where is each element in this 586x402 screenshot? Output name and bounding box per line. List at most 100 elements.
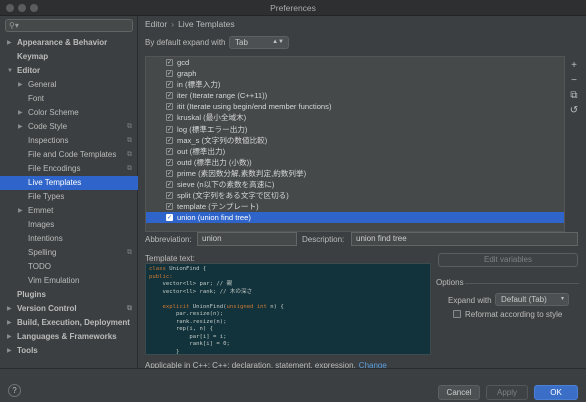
template-row[interactable]: ✓ iter (Iterate range (C++11)) xyxy=(146,90,564,101)
chevron-right-icon[interactable]: ▶ xyxy=(7,316,12,330)
abbreviation-field[interactable]: union xyxy=(197,232,297,246)
chevron-right-icon[interactable]: ▶ xyxy=(18,120,23,134)
template-row[interactable]: ✓ template (テンプレート) xyxy=(146,201,564,212)
chevron-right-icon[interactable]: ▶ xyxy=(18,204,23,218)
description-field[interactable]: union find tree xyxy=(351,232,578,246)
minus-icon[interactable]: − xyxy=(567,73,581,88)
sidebar-item-label: General xyxy=(28,80,57,89)
code-line: } xyxy=(149,348,180,355)
template-enabled-checkbox[interactable]: ✓ xyxy=(166,59,173,66)
breadcrumb-parent[interactable]: Editor xyxy=(145,19,167,29)
sidebar-item[interactable]: Font xyxy=(0,92,138,106)
sidebar-item[interactable]: Plugins xyxy=(0,288,138,302)
template-abbreviation: itit (Iterate using begin/end member fun… xyxy=(177,102,332,112)
sidebar-item[interactable]: File Types xyxy=(0,190,138,204)
default-expand-row: By default expand with xyxy=(145,38,226,47)
template-abbreviation: in (標準入力) xyxy=(177,80,221,90)
template-row[interactable]: ✓ union (union find tree) xyxy=(146,212,564,224)
apply-button[interactable]: Apply xyxy=(486,385,528,400)
chevron-right-icon[interactable]: ▶ xyxy=(7,344,12,358)
template-enabled-checkbox[interactable]: ✓ xyxy=(166,70,173,78)
sidebar-item[interactable]: ▶ Emmet xyxy=(0,204,138,218)
reformat-checkbox[interactable] xyxy=(453,310,461,318)
sidebar-item[interactable]: ▶ General xyxy=(0,78,138,92)
code-line: rank.resize(n); xyxy=(149,318,227,325)
restore-icon[interactable]: ↺ xyxy=(567,103,581,118)
ok-button[interactable]: OK xyxy=(534,385,578,400)
template-row[interactable]: ✓ max_s (文字列の数値比較) xyxy=(146,135,564,146)
sidebar-item[interactable]: ▼ Editor xyxy=(0,64,138,78)
edit-variables-button[interactable]: Edit variables xyxy=(438,253,578,267)
sidebar-item[interactable]: ▶ Color Scheme xyxy=(0,106,138,120)
sidebar-item[interactable]: Images xyxy=(0,218,138,232)
sidebar-item-label: File Encodings xyxy=(28,164,81,173)
project-scope-icon: ⧉ xyxy=(127,165,132,172)
template-row[interactable]: ✓ kruskal (最小全域木) xyxy=(146,112,564,123)
template-row[interactable]: ✓ out (標準出力) xyxy=(146,146,564,157)
sidebar-item[interactable]: Spelling ⧉ xyxy=(0,246,138,260)
sidebar-item[interactable]: TODO xyxy=(0,260,138,274)
sidebar-item[interactable]: ▶ Version Control ⧉ xyxy=(0,302,138,316)
template-row[interactable]: ✓ itit (Iterate using begin/end member fu… xyxy=(146,101,564,112)
chevron-right-icon[interactable]: ▶ xyxy=(7,36,12,50)
settings-tree: ▶ Appearance & Behavior Keymap ▼ Editor ▶ Gene… xyxy=(0,36,138,358)
template-enabled-checkbox[interactable]: ✓ xyxy=(166,125,173,133)
template-enabled-checkbox[interactable]: ✓ xyxy=(166,136,173,144)
template-row[interactable]: ✓ prime (素因数分解,素数判定,約数列挙) xyxy=(146,168,564,179)
sidebar-item[interactable]: ▶ Code Style ⧉ xyxy=(0,120,138,134)
chevron-right-icon[interactable]: ▶ xyxy=(7,302,12,316)
expand-with-select[interactable]: Default (Tab) ▾ xyxy=(495,293,569,306)
template-text-editor[interactable]: class UnionFind {public: vector<ll> par;… xyxy=(145,263,431,355)
template-enabled-checkbox[interactable]: ✓ xyxy=(166,114,173,122)
code-line: explicit UnionFind(unsigned int n) { xyxy=(162,303,284,310)
sidebar-item[interactable]: File Encodings ⧉ xyxy=(0,162,138,176)
sidebar-item[interactable]: File and Code Templates ⧉ xyxy=(0,148,138,162)
chevron-down-icon[interactable]: ▼ xyxy=(7,64,13,78)
chevron-right-icon[interactable]: ▶ xyxy=(18,78,23,92)
sidebar-item-label: Tools xyxy=(17,346,38,355)
template-row[interactable]: ✓ gcd xyxy=(146,57,564,68)
template-row[interactable]: ✓ in (標準入力) xyxy=(146,79,564,90)
project-scope-icon: ⧉ xyxy=(127,305,132,312)
chevron-right-icon[interactable]: ▶ xyxy=(18,106,23,120)
sidebar-item[interactable]: Keymap xyxy=(0,50,138,64)
template-enabled-checkbox[interactable]: ✓ xyxy=(166,203,173,211)
chevron-right-icon[interactable]: ▶ xyxy=(7,330,12,344)
template-enabled-checkbox[interactable]: ✓ xyxy=(166,92,173,100)
sidebar-item[interactable]: Inspections ⧉ xyxy=(0,134,138,148)
sidebar-item[interactable]: ▶ Build, Execution, Deployment xyxy=(0,316,138,330)
template-row[interactable]: ✓ graph xyxy=(146,68,564,79)
template-enabled-checkbox[interactable]: ✓ xyxy=(166,103,173,111)
sidebar-item[interactable]: Vim Emulation xyxy=(0,274,138,288)
sidebar-item[interactable]: Live Templates xyxy=(0,176,138,190)
template-abbreviation: gcd xyxy=(177,58,190,67)
template-enabled-checkbox[interactable]: ✓ xyxy=(166,81,173,89)
code-line: rep(i, n) { xyxy=(149,326,213,332)
sidebar-item-label: Appearance & Behavior xyxy=(17,38,108,47)
breadcrumb-current: Live Templates xyxy=(178,19,235,29)
template-enabled-checkbox[interactable]: ✓ xyxy=(166,169,173,177)
settings-search-input[interactable]: ⚲▾ xyxy=(5,19,133,32)
template-enabled-checkbox[interactable]: ✓ xyxy=(166,181,173,189)
sidebar-item[interactable]: Intentions xyxy=(0,232,138,246)
sidebar-item[interactable]: ▶ Appearance & Behavior xyxy=(0,36,138,50)
template-enabled-checkbox[interactable]: ✓ xyxy=(166,147,173,155)
cancel-button[interactable]: Cancel xyxy=(438,385,480,400)
template-row[interactable]: ✓ log (標準エラー出力) xyxy=(146,124,564,135)
default-expand-select[interactable]: Tab ▲▼ xyxy=(229,36,289,49)
sidebar-item[interactable]: ▶ Tools xyxy=(0,344,138,358)
template-enabled-checkbox[interactable]: ✓ xyxy=(166,192,173,200)
sidebar-item-label: Plugins xyxy=(17,290,46,299)
template-enabled-checkbox[interactable]: ✓ xyxy=(166,158,173,166)
sidebar-item[interactable]: ▶ Languages & Frameworks xyxy=(0,330,138,344)
template-row[interactable]: ✓ outd (標準出力 (小数)) xyxy=(146,157,564,168)
copy-icon[interactable]: ⧉ xyxy=(567,88,581,103)
template-row[interactable]: ✓ split (文字列をある文字で区切る) xyxy=(146,190,564,201)
template-row[interactable]: ✓ sieve (n以下の素数を高速に) xyxy=(146,179,564,190)
window-titlebar: Preferences xyxy=(0,0,586,16)
templates-list[interactable]: ✓ gcd ✓ graph ✓ in (標準入力) ✓ iter (Iterate range… xyxy=(145,56,565,232)
code-line: rank[i] = 0; xyxy=(149,341,230,347)
plus-icon[interactable]: + xyxy=(567,58,581,73)
template-enabled-checkbox[interactable]: ✓ xyxy=(166,214,173,222)
help-icon[interactable]: ? xyxy=(8,384,21,397)
